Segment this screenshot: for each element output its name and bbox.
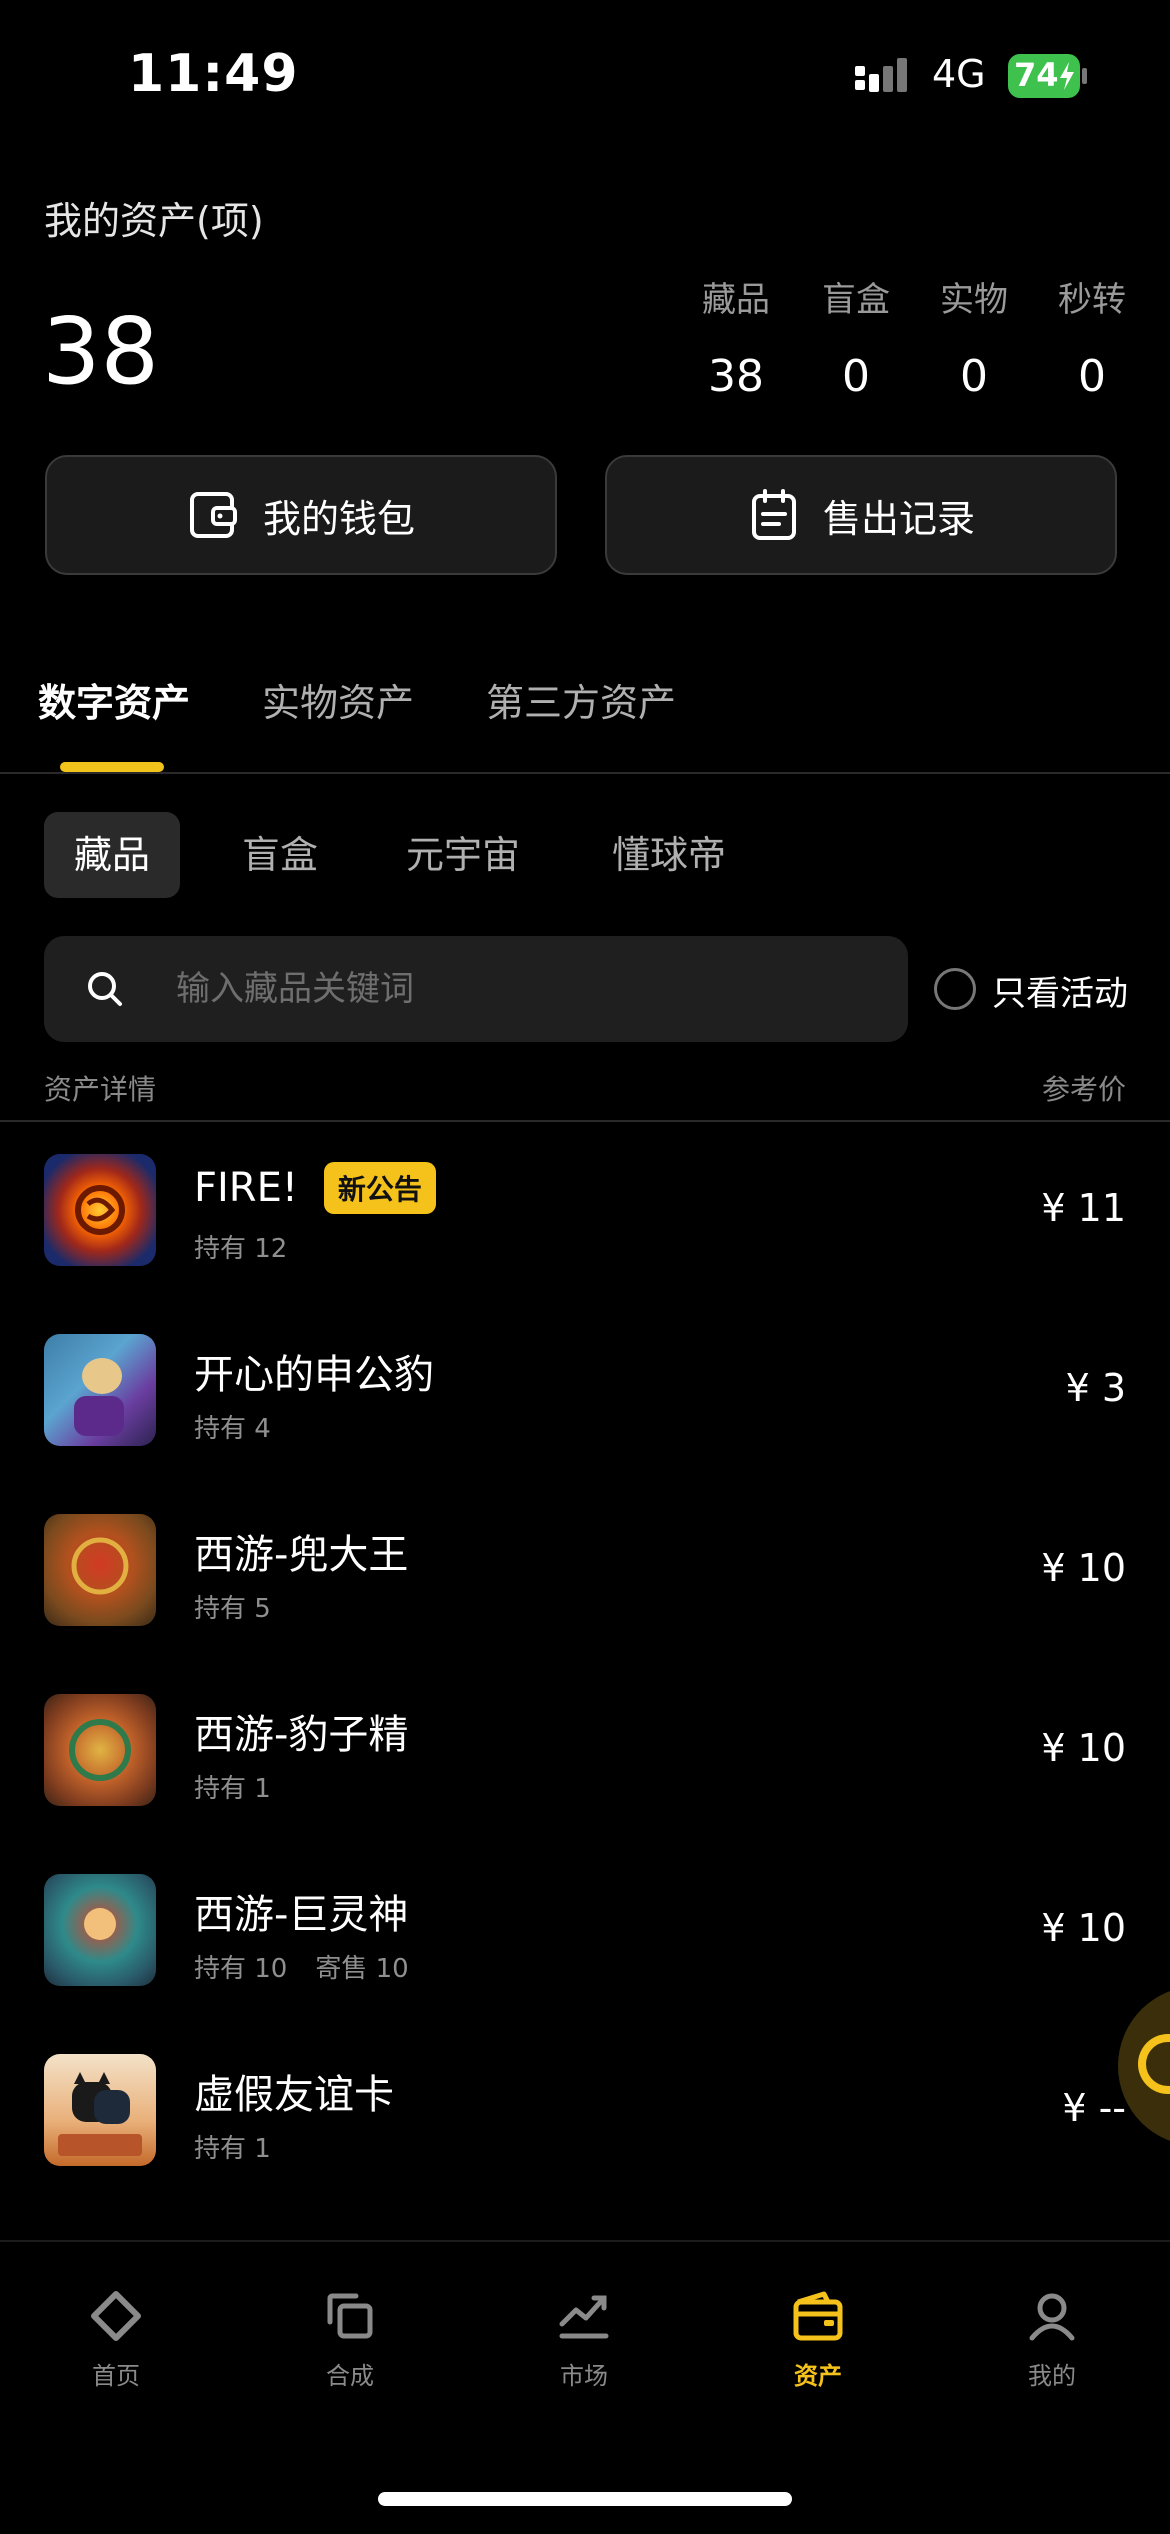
sales-record-button[interactable]: 售出记录 (605, 455, 1117, 575)
item-price: ¥ -- (1062, 2086, 1126, 2130)
my-wallet-button[interactable]: 我的钱包 (45, 455, 557, 575)
item-holdings: 持有 1 (194, 2134, 271, 2164)
item-consignment: 寄售 10 (315, 1954, 409, 1984)
tab-digital-assets[interactable]: 数字资产 (38, 672, 190, 727)
item-holdings: 持有 1 (194, 1774, 271, 1804)
nav-merge[interactable]: 合成 (290, 2288, 410, 2391)
item-holdings: 持有 10 寄售 10 (194, 1954, 409, 1984)
stat-physical: 实物 0 (940, 280, 1008, 402)
search-bar (44, 936, 908, 1042)
list-item[interactable]: 西游-巨灵神 持有 10 寄售 10 ¥ 10 (0, 1874, 1170, 2054)
search-icon (88, 972, 122, 1006)
item-price: ¥ 10 (1041, 1726, 1126, 1770)
tab-physical-assets[interactable]: 实物资产 (262, 672, 414, 727)
status-time: 11:49 (128, 44, 299, 104)
cellular-signal-icon (855, 58, 907, 92)
user-icon (1029, 2293, 1075, 2341)
tab-third-party-assets[interactable]: 第三方资产 (486, 672, 676, 727)
stat-instant-transfer: 秒转 0 (1058, 280, 1126, 402)
trend-chart-icon (559, 2295, 609, 2339)
item-price: ¥ 3 (1065, 1366, 1126, 1410)
item-holdings: 持有 5 (194, 1594, 271, 1624)
my-wallet-label: 我的钱包 (262, 496, 415, 541)
activity-only-radio[interactable] (934, 968, 976, 1010)
item-thumbnail (44, 1694, 156, 1806)
list-item[interactable]: 开心的申公豹 持有 4 ¥ 3 (0, 1334, 1170, 1514)
nav-home[interactable]: 首页 (56, 2288, 176, 2391)
item-name: 开心的申公豹 (194, 1352, 434, 1398)
tabs-divider (0, 772, 1170, 774)
item-name: 虚假友谊卡 (194, 2072, 394, 2118)
search-input[interactable] (174, 968, 858, 1010)
battery-indicator: 74 (1008, 54, 1088, 98)
item-thumbnail (44, 1154, 156, 1266)
chip-metaverse[interactable]: 元宇宙 (376, 812, 550, 898)
assets-title: 我的资产(项) (44, 199, 264, 243)
home-diamond-icon (91, 2291, 141, 2341)
item-name: 西游-兜大王 (194, 1532, 409, 1578)
item-name: 西游-巨灵神 (194, 1892, 409, 1938)
home-indicator (378, 2492, 792, 2506)
chip-dongqiudi[interactable]: 懂球帝 (582, 812, 756, 898)
item-price: ¥ 11 (1041, 1186, 1126, 1230)
wallet-icon (189, 492, 237, 538)
item-name: 西游-豹子精 (194, 1712, 409, 1758)
item-holdings: 持有 4 (194, 1414, 271, 1444)
list-header-divider (0, 1120, 1170, 1122)
assets-total: 38 (42, 298, 160, 405)
active-tab-indicator (60, 762, 164, 772)
item-thumbnail (44, 1514, 156, 1626)
sales-record-label: 售出记录 (822, 496, 975, 541)
item-thumbnail (44, 1874, 156, 1986)
list-item[interactable]: 西游-豹子精 持有 1 ¥ 10 (0, 1694, 1170, 1874)
network-type: 4G (932, 52, 986, 96)
nav-market[interactable]: 市场 (524, 2288, 644, 2391)
announcement-badge: 新公告 (323, 1162, 436, 1214)
charging-bolt-icon (1060, 62, 1074, 90)
list-header-price: 参考价 (1041, 1073, 1126, 1106)
nav-assets[interactable]: 资产 (758, 2288, 878, 2391)
chip-collectibles[interactable]: 藏品 (44, 812, 181, 898)
item-thumbnail (44, 2054, 156, 2166)
bottom-tab-bar: 首页 合成 市场 资产 我的 (0, 2240, 1170, 2534)
wallet-icon (793, 2291, 843, 2341)
clipboard-icon (751, 489, 796, 540)
activity-only-label[interactable]: 只看活动 (992, 966, 1128, 1015)
item-holdings: 持有 12 (194, 1234, 288, 1264)
battery-level: 74 (1014, 56, 1059, 94)
list-item[interactable]: 西游-兜大王 持有 5 ¥ 10 (0, 1514, 1170, 1694)
item-price: ¥ 10 (1041, 1906, 1126, 1950)
item-price: ¥ 10 (1041, 1546, 1126, 1590)
list-item[interactable]: FIRE! 新公告 持有 12 ¥ 11 (0, 1154, 1170, 1334)
list-header-details: 资产详情 (44, 1073, 157, 1106)
stat-blindbox: 盲盒 0 (822, 280, 890, 402)
stat-collectibles: 藏品 38 (702, 280, 770, 402)
merge-icon (327, 2293, 373, 2339)
list-item[interactable]: 虚假友谊卡 持有 1 ¥ -- (0, 2054, 1170, 2234)
nav-mine[interactable]: 我的 (992, 2288, 1112, 2391)
item-thumbnail (44, 1334, 156, 1446)
chip-blindbox[interactable]: 盲盒 (212, 812, 348, 898)
item-name: FIRE! 新公告 (194, 1162, 436, 1214)
